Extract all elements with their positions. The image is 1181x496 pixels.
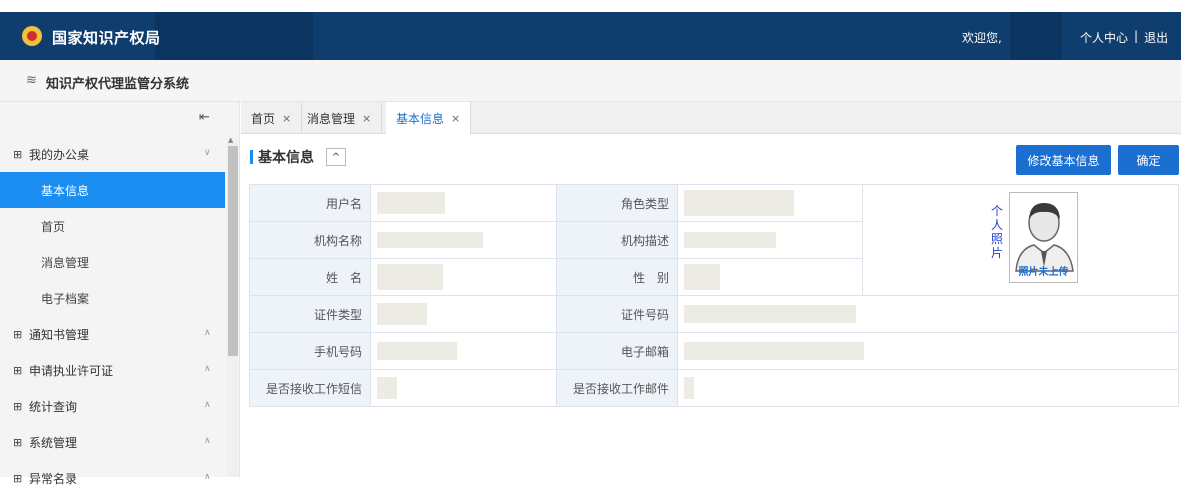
scroll-up-icon[interactable]: ▲ — [228, 136, 233, 144]
chevron-up-icon: ∧ — [204, 436, 211, 446]
chevron-up-icon: ∧ — [204, 472, 211, 482]
sidebar-group-abnormal[interactable]: ⊞ 异常名录 ∧ — [0, 460, 225, 496]
gender-value — [677, 258, 863, 296]
top-header: 国家知识产权局 欢迎您, 个人中心 | 退出 — [0, 12, 1181, 60]
mail-label: 是否接收工作邮件 — [556, 369, 678, 407]
sidebar-group-license[interactable]: ⊞ 申请执业许可证 ∧ — [0, 352, 225, 388]
grid-icon: ⊞ — [13, 327, 23, 341]
chevron-up-icon: ∧ — [204, 364, 211, 374]
sms-label: 是否接收工作短信 — [249, 369, 371, 407]
sidebar-item-home[interactable]: 首页 — [0, 208, 225, 244]
sidebar: ⇤ ⊞ 我的办公桌 ∨ 基本信息 首页 消息管理 电子档案 ⊞ 通知书管理 ∧ … — [0, 102, 240, 486]
username-value — [370, 184, 557, 222]
email-label: 电子邮箱 — [556, 332, 678, 370]
username-label: 用户名 — [249, 184, 371, 222]
sidebar-group-office[interactable]: ⊞ 我的办公桌 ∨ — [0, 136, 225, 172]
tab-home[interactable]: 首页 × — [241, 102, 303, 134]
role-type-label: 角色类型 — [556, 184, 678, 222]
table-row: 手机号码 电子邮箱 — [249, 332, 1179, 370]
sidebar-group-system[interactable]: ⊞ 系统管理 ∧ — [0, 424, 225, 460]
grid-icon: ⊞ — [13, 363, 23, 377]
id-number-label: 证件号码 — [556, 295, 678, 333]
photo-label: 个人照片 — [991, 204, 1004, 260]
link-separator: | — [1134, 29, 1139, 43]
name-label: 姓 名 — [249, 258, 371, 296]
org-desc-value — [677, 221, 863, 259]
sidebar-item-messages[interactable]: 消息管理 — [0, 244, 225, 280]
page-title: 基本信息 — [258, 150, 314, 166]
photo-cell: 个人照片 照片未上传 — [862, 184, 1179, 296]
close-icon[interactable]: × — [362, 112, 371, 125]
username-redacted — [1010, 12, 1062, 60]
table-row: 用户名 角色类型 个人照片 照片未上传 — [249, 184, 1179, 296]
phone-label: 手机号码 — [249, 332, 371, 370]
org-name-value — [370, 221, 557, 259]
sms-value — [370, 369, 557, 407]
grid-icon: ⊞ — [13, 435, 23, 449]
email-value — [677, 332, 1179, 370]
id-type-value — [370, 295, 557, 333]
org-name: 国家知识产权局 — [52, 29, 161, 47]
table-row: 证件类型 证件号码 — [249, 295, 1179, 333]
confirm-button[interactable]: 确定 — [1118, 145, 1179, 175]
sidebar-item-e-archive[interactable]: 电子档案 — [0, 280, 225, 316]
grid-icon: ⊞ — [13, 399, 23, 413]
edit-basic-info-button[interactable]: 修改基本信息 — [1016, 145, 1111, 175]
id-type-label: 证件类型 — [249, 295, 371, 333]
collapse-sidebar-icon[interactable]: ⇤ — [199, 110, 210, 125]
chevron-up-icon: ∧ — [204, 400, 211, 410]
sidebar-group-notices[interactable]: ⊞ 通知书管理 ∧ — [0, 316, 225, 352]
avatar: 照片未上传 — [1009, 192, 1078, 283]
mail-value — [677, 369, 1179, 407]
photo-status: 照片未上传 — [1018, 267, 1069, 278]
personal-center-link[interactable]: 个人中心 — [1080, 29, 1128, 46]
close-icon[interactable]: × — [451, 112, 460, 125]
tab-messages[interactable]: 消息管理 × — [297, 102, 383, 134]
system-bar: ≋ 知识产权代理监管分系统 — [0, 60, 1181, 102]
collapse-section-button[interactable]: ^ — [326, 148, 346, 166]
org-desc-label: 机构描述 — [556, 221, 678, 259]
id-number-value — [677, 295, 1179, 333]
org-name-label: 机构名称 — [249, 221, 371, 259]
welcome-text: 欢迎您, — [962, 31, 1002, 45]
close-icon[interactable]: × — [282, 112, 291, 125]
role-type-value — [677, 184, 863, 222]
name-value — [370, 258, 557, 296]
phone-value — [370, 332, 557, 370]
tab-bar: 首页 × 消息管理 × 基本信息 × — [241, 102, 1181, 135]
chevron-up-icon: ∧ — [204, 328, 211, 338]
basic-info-table: 用户名 角色类型 个人照片 照片未上传 机构名称 机构描述 姓 名 性 别 证件… — [249, 184, 1179, 407]
sidebar-group-statistics[interactable]: ⊞ 统计查询 ∧ — [0, 388, 225, 424]
section-heading: 基本信息 ^ — [250, 147, 346, 167]
sidebar-item-basic-info[interactable]: 基本信息 — [0, 172, 225, 208]
system-name: 知识产权代理监管分系统 — [46, 77, 190, 92]
tab-basic-info[interactable]: 基本信息 × — [386, 102, 472, 135]
chevron-down-icon: ∨ — [204, 148, 211, 158]
grid-icon: ⊞ — [13, 147, 23, 161]
table-row: 是否接收工作短信 是否接收工作邮件 — [249, 369, 1179, 407]
sidebar-scroll-thumb[interactable] — [228, 146, 238, 356]
gender-label: 性 别 — [556, 258, 678, 296]
grid-icon: ⊞ — [13, 471, 23, 485]
layers-icon: ≋ — [26, 73, 37, 88]
logout-link[interactable]: 退出 — [1144, 29, 1168, 46]
emblem-icon — [22, 26, 42, 46]
